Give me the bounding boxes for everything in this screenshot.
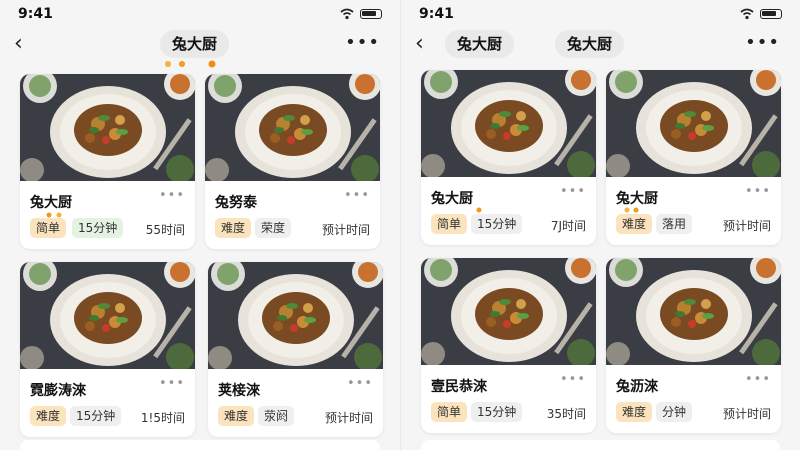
recipe-meta: 55时间 (145, 223, 185, 237)
recipe-meta: 预计时间 (722, 407, 771, 421)
rating-dots (476, 207, 482, 213)
next-row-preview (20, 440, 380, 450)
difficulty-tag: 难度 (616, 214, 653, 234)
recipe-meta: 7J时间 (550, 219, 586, 233)
difficulty-tag: 简单 (431, 402, 468, 422)
more-dots-icon[interactable]: ••• (347, 376, 373, 391)
recipe-photo (421, 258, 596, 365)
recipe-card[interactable]: 霓膨涛淶 ••• 难度 15分钟 1!5时间 (20, 262, 195, 437)
more-dots-icon[interactable]: ••• (560, 372, 586, 387)
chevron-left-icon[interactable]: ‹ (415, 33, 437, 56)
chevron-left-icon[interactable]: ‹ (14, 33, 36, 56)
recipe-title: 霓膨涛淶 (30, 383, 86, 399)
recipe-title: 兔大厨 (431, 191, 473, 207)
loading-dots (165, 60, 216, 68)
more-dots-icon[interactable]: ••• (745, 32, 780, 53)
recipe-photo (205, 74, 380, 181)
more-dots-icon[interactable]: ••• (345, 32, 380, 53)
screen-left: 9:41 ‹ 兔大厨 ••• 兔大厨 ••• 简单 15分钟 55时间 兔努泰 … (0, 0, 400, 450)
difficulty-tag: 难度 (30, 406, 67, 426)
recipe-photo (421, 70, 596, 177)
difficulty-tag: 简单 (30, 218, 67, 238)
status-bar: 9:41 (18, 6, 382, 22)
recipe-title: 兔努泰 (215, 195, 257, 211)
nav-bar: ‹ 兔大厨 兔大厨 ••• (401, 28, 800, 62)
status-time: 9:41 (18, 6, 53, 22)
difficulty-tag: 简单 (431, 214, 468, 234)
more-dots-icon[interactable]: ••• (560, 184, 586, 199)
recipe-title: 荚椄淶 (218, 383, 260, 399)
status-bar: 9:41 (419, 6, 782, 22)
time-tag: 荣度 (255, 218, 292, 238)
more-dots-icon[interactable]: ••• (745, 372, 771, 387)
screen-right: 9:41 ‹ 兔大厨 兔大厨 ••• 兔大厨 ••• 简单 15分钟 7J时间 … (400, 0, 800, 450)
recipe-meta: 1!5时间 (140, 411, 185, 425)
time-tag: 15分钟 (471, 214, 523, 234)
recipe-meta: 预计时间 (324, 411, 373, 425)
recipe-title: 壹民恭淶 (431, 379, 487, 395)
recipe-meta: 预计时间 (722, 219, 771, 233)
more-dots-icon[interactable]: ••• (159, 188, 185, 203)
recipe-title: 兔大厨 (30, 195, 72, 211)
time-tag: 落用 (656, 214, 693, 234)
recipe-card[interactable]: 兔大厨 ••• 简单 15分钟 55时间 (20, 74, 195, 249)
page-title-pill[interactable]: 兔大厨 (160, 30, 230, 58)
recipe-card[interactable]: 兔大厨 ••• 难度 落用 预计时间 (606, 70, 781, 245)
recipe-card[interactable]: 兔沥淶 ••• 难度 分钟 预计时间 (606, 258, 781, 433)
battery-icon (360, 9, 382, 19)
nav-bar: ‹ 兔大厨 ••• (0, 28, 400, 62)
wifi-icon (740, 8, 754, 20)
difficulty-tag: 难度 (218, 406, 255, 426)
time-tag: 分钟 (656, 402, 693, 422)
recipe-photo (208, 262, 383, 369)
time-tag: 15分钟 (471, 402, 523, 422)
next-row-preview (421, 440, 780, 450)
more-dots-icon[interactable]: ••• (344, 188, 370, 203)
wifi-icon (340, 8, 354, 20)
rating-dots (624, 207, 639, 213)
page-title-pill[interactable]: 兔大厨 (555, 30, 625, 58)
time-tag: 荥阏 (258, 406, 295, 426)
time-tag: 15分钟 (72, 218, 124, 238)
recipe-photo (20, 74, 195, 181)
time-tag: 15分钟 (70, 406, 122, 426)
recipe-photo (606, 70, 781, 177)
difficulty-tag: 难度 (616, 402, 653, 422)
recipe-title: 兔大厨 (616, 191, 658, 207)
recipe-title: 兔沥淶 (616, 379, 658, 395)
page-title-pill[interactable]: 兔大厨 (445, 30, 515, 58)
status-time: 9:41 (419, 6, 454, 22)
recipe-card[interactable]: 兔努泰 ••• 难度 荣度 预计时间 (205, 74, 380, 249)
recipe-meta: 35时间 (546, 407, 586, 421)
recipe-photo (606, 258, 781, 365)
recipe-card[interactable]: 兔大厨 ••• 简单 15分钟 7J时间 (421, 70, 596, 245)
recipe-card[interactable]: 荚椄淶 ••• 难度 荥阏 预计时间 (208, 262, 383, 437)
more-dots-icon[interactable]: ••• (745, 184, 771, 199)
difficulty-tag: 难度 (215, 218, 252, 238)
recipe-card[interactable]: 壹民恭淶 ••• 简单 15分钟 35时间 (421, 258, 596, 433)
more-dots-icon[interactable]: ••• (159, 376, 185, 391)
recipe-photo (20, 262, 195, 369)
recipe-meta: 预计时间 (321, 223, 370, 237)
battery-icon (760, 9, 782, 19)
